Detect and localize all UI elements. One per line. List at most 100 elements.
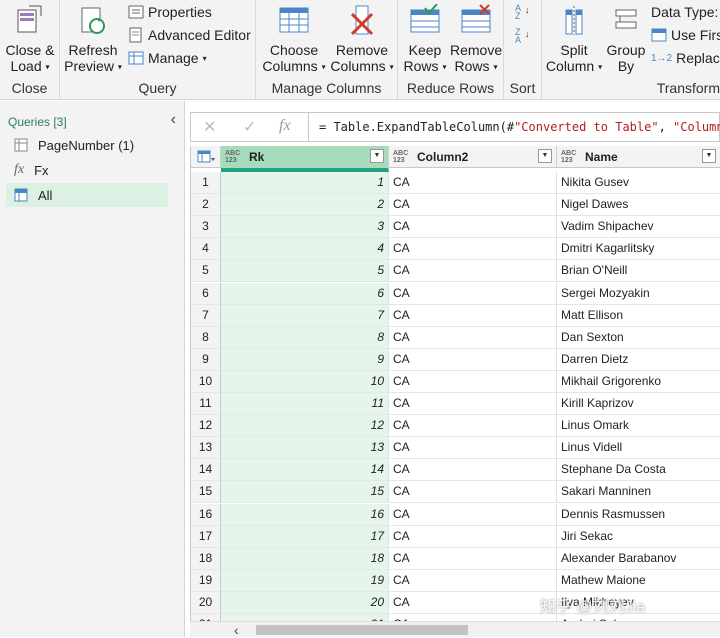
cell-column2[interactable]: CA: [389, 547, 557, 570]
cell-column2[interactable]: CA: [389, 216, 557, 239]
cell-name[interactable]: Linus Videll: [557, 437, 720, 460]
cell-column2[interactable]: CA: [389, 437, 557, 460]
cell-rk[interactable]: 9: [221, 348, 389, 371]
table-row[interactable]: 10 10 CA Mikhail Grigorenko: [191, 370, 720, 393]
filter-dropdown-icon[interactable]: ▼: [538, 149, 552, 163]
cell-name[interactable]: Mathew Maione: [557, 570, 720, 592]
cell-rk[interactable]: 19: [221, 569, 389, 592]
cell-name[interactable]: Nigel Dawes: [557, 194, 720, 217]
cell-column2[interactable]: CA: [389, 326, 557, 349]
cell-rk[interactable]: 18: [221, 547, 389, 570]
cell-column2[interactable]: CA: [389, 481, 557, 504]
table-row[interactable]: 3 3 CA Vadim Shipachev: [191, 216, 720, 239]
cell-name[interactable]: Dan Sexton: [557, 327, 720, 349]
function-icon[interactable]: fx: [279, 117, 291, 135]
cell-rk[interactable]: 4: [221, 238, 389, 261]
table-row[interactable]: 2 2 CA Nigel Dawes: [191, 194, 720, 217]
cell-rk[interactable]: 16: [221, 503, 389, 526]
cell-rk[interactable]: 3: [221, 216, 389, 239]
cell-rk[interactable]: 6: [221, 282, 389, 305]
remove-rows-button[interactable]: Remove Rows ▾: [450, 4, 502, 75]
cell-name[interactable]: Kirill Kaprizov: [557, 393, 720, 415]
filter-dropdown-icon[interactable]: ▼: [702, 149, 716, 163]
collapse-pane-button[interactable]: ‹: [171, 111, 176, 129]
cell-name[interactable]: Jiri Sekac: [557, 526, 720, 548]
cell-name[interactable]: Vadim Shipachev: [557, 216, 720, 239]
manage-button[interactable]: Manage ▾: [128, 50, 207, 66]
table-row[interactable]: 12 12 CA Linus Omark: [191, 415, 720, 438]
column-header-name[interactable]: ABC 123 Name ▼: [557, 146, 720, 168]
cell-name[interactable]: Mikhail Grigorenko: [557, 371, 720, 393]
cell-column2[interactable]: CA: [389, 370, 557, 393]
advanced-editor-button[interactable]: Advanced Editor: [128, 27, 251, 43]
cell-column2[interactable]: CA: [389, 503, 557, 526]
scrollbar-thumb[interactable]: [256, 625, 468, 635]
filter-dropdown-icon[interactable]: ▼: [370, 149, 384, 163]
cell-name[interactable]: Sakari Manninen: [557, 481, 720, 504]
query-item-all[interactable]: All: [6, 183, 168, 207]
column-header-column2[interactable]: ABC 123 Column2 ▼: [389, 146, 557, 168]
cell-rk[interactable]: 1: [221, 172, 389, 194]
column-header-rk[interactable]: ABC 123 Rk ▼: [221, 146, 389, 172]
horizontal-scrollbar[interactable]: ‹: [190, 621, 720, 638]
table-row[interactable]: 17 17 CA Jiri Sekac: [191, 525, 720, 548]
replace-values-button[interactable]: 1→2 Replace: [651, 50, 720, 66]
cell-column2[interactable]: CA: [389, 348, 557, 371]
sort-ascending-button[interactable]: A Z ↓: [515, 4, 531, 22]
properties-button[interactable]: Properties: [128, 4, 212, 20]
cell-rk[interactable]: 20: [221, 591, 389, 614]
table-row[interactable]: 9 9 CA Darren Dietz: [191, 348, 720, 371]
cell-column2[interactable]: CA: [389, 415, 557, 438]
table-row[interactable]: 13 13 CA Linus Videll: [191, 437, 720, 460]
close-load-button[interactable]: Close & Load ▾: [4, 4, 56, 75]
table-menu-button[interactable]: [191, 146, 221, 168]
cell-column2[interactable]: CA: [389, 393, 557, 415]
table-row[interactable]: 4 4 CA Dmitri Kagarlitsky: [191, 238, 720, 261]
query-item-pagenumber[interactable]: PageNumber (1): [6, 133, 168, 157]
cell-column2[interactable]: CA: [389, 260, 557, 283]
cell-column2[interactable]: CA: [389, 569, 557, 592]
cell-name[interactable]: Dmitri Kagarlitsky: [557, 238, 720, 261]
table-row[interactable]: 18 18 CA Alexander Barabanov: [191, 547, 720, 570]
cell-column2[interactable]: CA: [389, 194, 557, 217]
cell-rk[interactable]: 13: [221, 437, 389, 460]
cell-rk[interactable]: 5: [221, 260, 389, 283]
cell-rk[interactable]: 8: [221, 326, 389, 349]
table-row[interactable]: 11 11 CA Kirill Kaprizov: [191, 393, 720, 415]
table-row[interactable]: 16 16 CA Dennis Rasmussen: [191, 503, 720, 526]
cell-name[interactable]: Nikita Gusev: [557, 172, 720, 194]
cell-name[interactable]: Darren Dietz: [557, 349, 720, 371]
table-row[interactable]: 1 1 CA Nikita Gusev: [191, 172, 720, 194]
cell-name[interactable]: Alexander Barabanov: [557, 548, 720, 570]
cancel-icon[interactable]: ✕: [203, 117, 216, 137]
table-row[interactable]: 7 7 CA Matt Ellison: [191, 304, 720, 327]
refresh-preview-button[interactable]: Refresh Preview ▾: [64, 4, 122, 75]
cell-rk[interactable]: 2: [221, 194, 389, 217]
confirm-icon[interactable]: ✓: [243, 117, 256, 137]
cell-column2[interactable]: CA: [389, 525, 557, 548]
cell-column2[interactable]: CA: [389, 591, 557, 614]
cell-column2[interactable]: CA: [389, 172, 557, 194]
sort-descending-button[interactable]: Z A ↓: [515, 28, 531, 46]
cell-rk[interactable]: 17: [221, 525, 389, 548]
keep-rows-button[interactable]: Keep Rows ▾: [400, 4, 450, 75]
cell-name[interactable]: Linus Omark: [557, 415, 720, 438]
table-row[interactable]: 6 6 CA Sergei Mozyakin: [191, 282, 720, 305]
cell-name[interactable]: Brian O'Neill: [557, 260, 720, 283]
cell-column2[interactable]: CA: [389, 459, 557, 482]
cell-column2[interactable]: CA: [389, 304, 557, 327]
formula-input[interactable]: = Table.ExpandTableColumn(#"Converted to…: [319, 120, 720, 134]
scroll-left-icon[interactable]: ‹: [234, 622, 239, 638]
cell-rk[interactable]: 7: [221, 304, 389, 327]
use-first-row-button[interactable]: Use First: [651, 27, 720, 43]
cell-rk[interactable]: 12: [221, 415, 389, 438]
table-row[interactable]: 19 19 CA Mathew Maione: [191, 569, 720, 592]
table-row[interactable]: 15 15 CA Sakari Manninen: [191, 481, 720, 504]
cell-rk[interactable]: 10: [221, 370, 389, 393]
cell-rk[interactable]: 14: [221, 459, 389, 482]
cell-name[interactable]: Sergei Mozyakin: [557, 283, 720, 305]
remove-columns-button[interactable]: Remove Columns ▾: [328, 4, 396, 75]
cell-name[interactable]: Stephane Da Costa: [557, 459, 720, 482]
group-by-button[interactable]: Group By: [604, 4, 648, 74]
cell-column2[interactable]: CA: [389, 282, 557, 305]
